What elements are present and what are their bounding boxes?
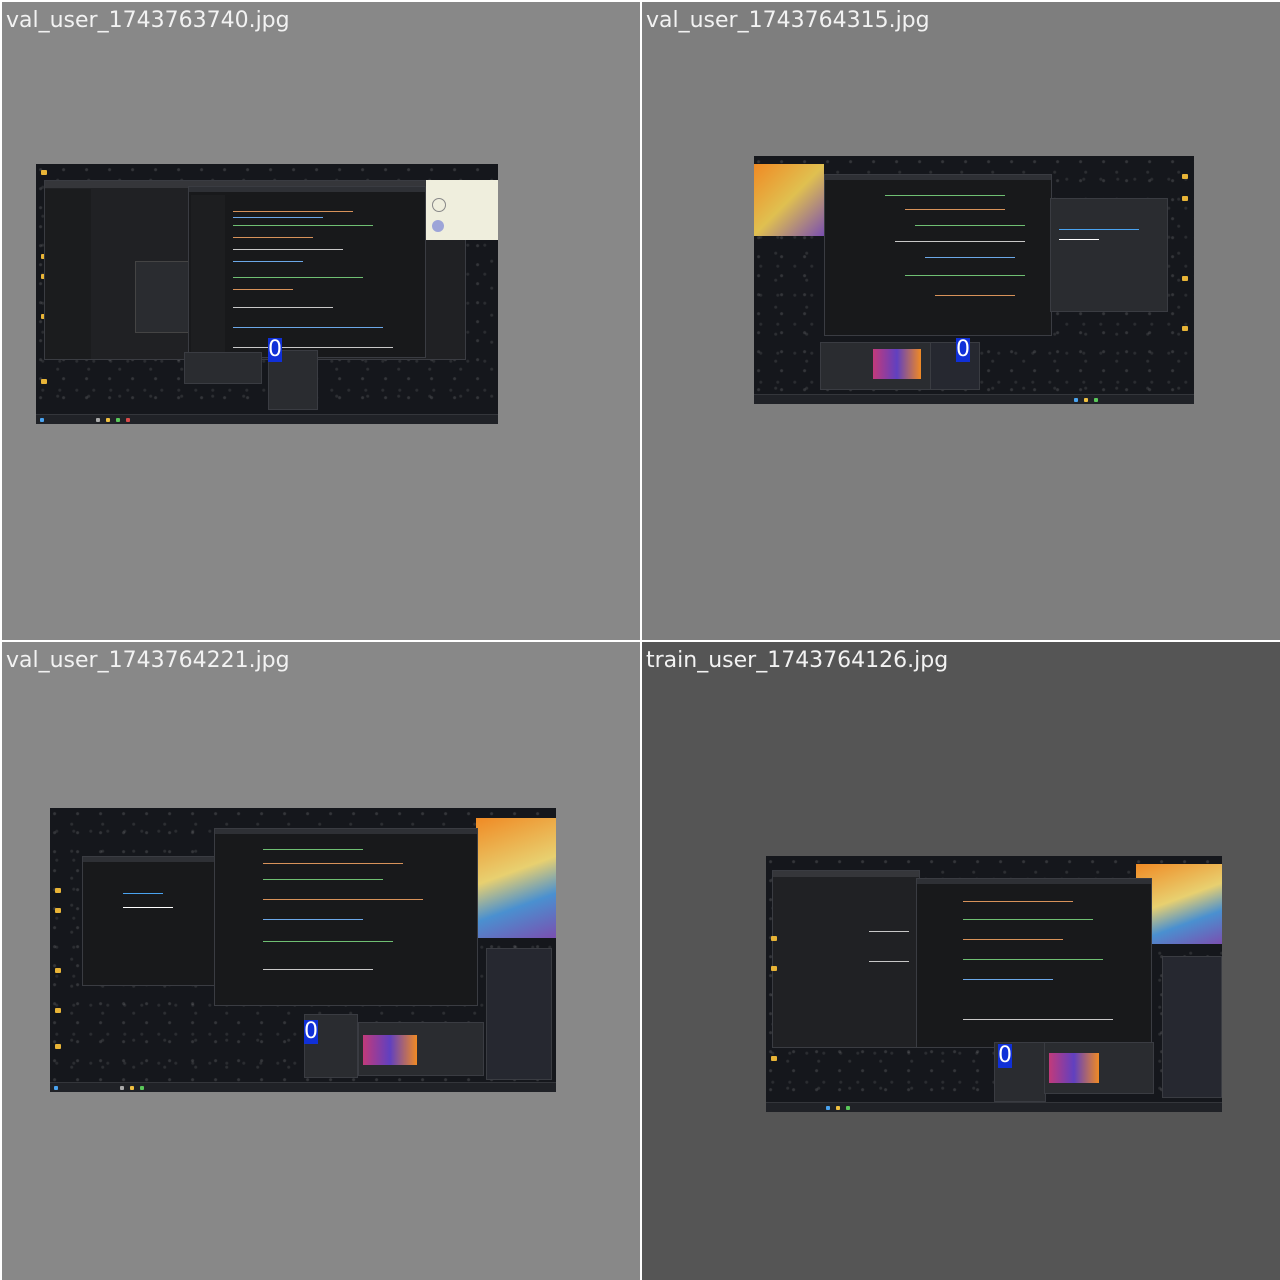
tile-3: val_user_1743764221.jpg 0 bbox=[2, 642, 640, 1280]
taskbar-icon[interactable] bbox=[1074, 398, 1078, 402]
folder-icon bbox=[55, 908, 61, 913]
taskbar-icon[interactable] bbox=[96, 418, 100, 422]
folder-icon bbox=[1182, 276, 1188, 281]
tile-4: train_user_1743764126.jpg 0 bbox=[642, 642, 1280, 1280]
folder-icon bbox=[55, 1008, 61, 1013]
media-panel[interactable] bbox=[1044, 1042, 1154, 1094]
tile-3-filename: val_user_1743764221.jpg bbox=[6, 648, 290, 673]
taskbar-icon[interactable] bbox=[130, 1086, 134, 1090]
taskbar-icon[interactable] bbox=[140, 1086, 144, 1090]
taskbar[interactable] bbox=[36, 414, 498, 424]
artwork-icon bbox=[754, 164, 824, 236]
folder-icon bbox=[771, 1056, 777, 1061]
side-panel[interactable] bbox=[486, 948, 552, 1080]
tile-4-filename: train_user_1743764126.jpg bbox=[646, 648, 949, 673]
taskbar-icon[interactable] bbox=[1094, 398, 1098, 402]
code-editor-window[interactable] bbox=[824, 174, 1052, 336]
list-panel[interactable] bbox=[930, 342, 980, 390]
tile-3-screenshot bbox=[50, 808, 556, 1092]
code-editor-window[interactable] bbox=[188, 186, 426, 358]
taskbar-icon[interactable] bbox=[116, 418, 120, 422]
taskbar-icon[interactable] bbox=[54, 1086, 58, 1090]
folder-icon bbox=[41, 170, 47, 175]
taskbar[interactable] bbox=[50, 1082, 556, 1092]
tile-4-label: 0 bbox=[998, 1043, 1012, 1068]
taskbar-icon[interactable] bbox=[40, 418, 44, 422]
browser-window[interactable] bbox=[772, 870, 920, 1048]
folder-icon bbox=[1182, 326, 1188, 331]
small-dialog[interactable] bbox=[184, 352, 262, 384]
tile-4-screenshot bbox=[766, 856, 1222, 1112]
side-panel[interactable] bbox=[1162, 956, 1222, 1098]
taskbar-icon[interactable] bbox=[126, 418, 130, 422]
folder-icon bbox=[1182, 196, 1188, 201]
tile-3-label: 0 bbox=[304, 1019, 318, 1044]
tile-1: val_user_1743763740.jpg 0 bbox=[2, 2, 640, 640]
taskbar-icon[interactable] bbox=[826, 1106, 830, 1110]
tile-2-screenshot bbox=[754, 156, 1194, 404]
folder-icon bbox=[55, 888, 61, 893]
tile-1-screenshot bbox=[36, 164, 498, 424]
tile-2: val_user_1743764315.jpg 0 bbox=[642, 2, 1280, 640]
artwork-icon bbox=[476, 818, 556, 938]
code-editor-window[interactable] bbox=[916, 878, 1152, 1048]
taskbar-icon[interactable] bbox=[1084, 398, 1088, 402]
taskbar[interactable] bbox=[766, 1102, 1222, 1112]
file-explorer-window[interactable] bbox=[82, 856, 218, 986]
tile-1-label: 0 bbox=[268, 337, 282, 362]
taskbar-icon[interactable] bbox=[836, 1106, 840, 1110]
folder-icon bbox=[1182, 174, 1188, 179]
folder-icon bbox=[771, 966, 777, 971]
taskbar-icon[interactable] bbox=[120, 1086, 124, 1090]
tile-2-label: 0 bbox=[956, 337, 970, 362]
tile-1-filename: val_user_1743763740.jpg bbox=[6, 8, 290, 33]
code-editor-window[interactable] bbox=[214, 828, 478, 1006]
folder-icon bbox=[771, 936, 777, 941]
tile-2-filename: val_user_1743764315.jpg bbox=[646, 8, 930, 33]
taskbar[interactable] bbox=[754, 394, 1194, 404]
artwork-icon bbox=[426, 180, 498, 240]
folder-icon bbox=[55, 1044, 61, 1049]
folder-icon bbox=[55, 968, 61, 973]
taskbar-icon[interactable] bbox=[106, 418, 110, 422]
folder-icon bbox=[41, 379, 47, 384]
media-panel[interactable] bbox=[820, 342, 932, 390]
taskbar-icon[interactable] bbox=[846, 1106, 850, 1110]
media-panel[interactable] bbox=[358, 1022, 484, 1076]
side-window[interactable] bbox=[1050, 198, 1168, 312]
